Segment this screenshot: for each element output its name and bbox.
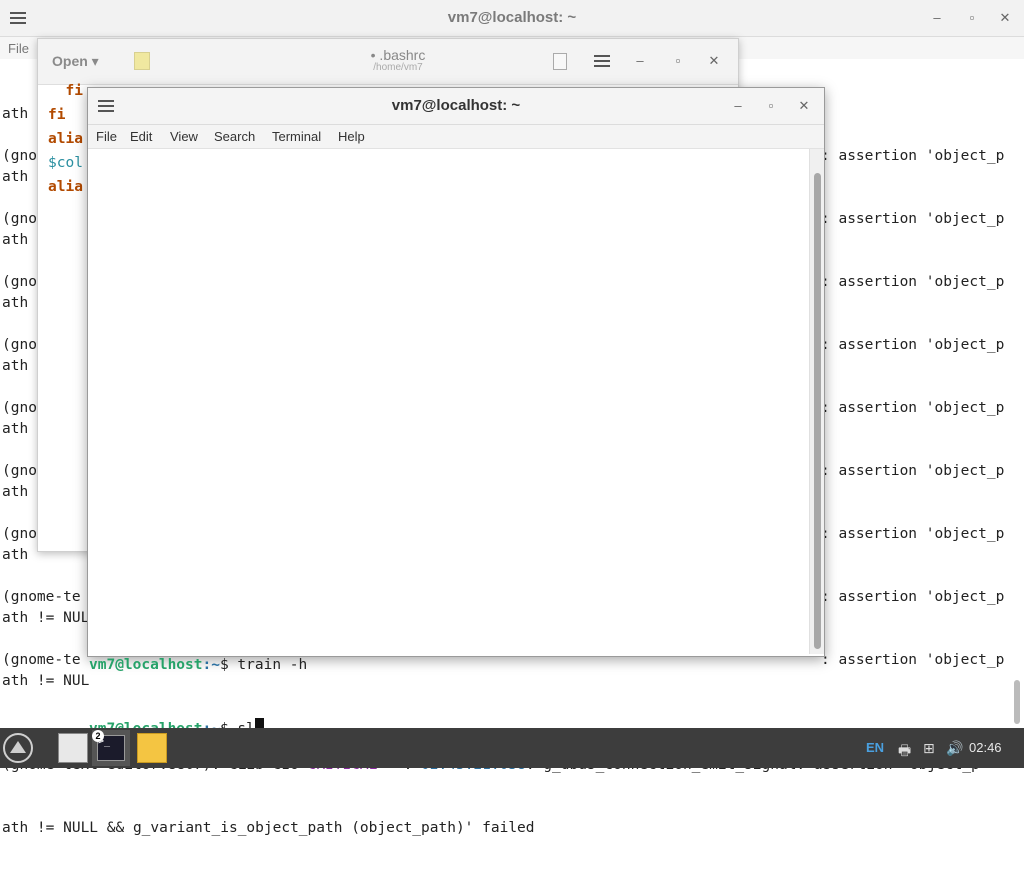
menu-file[interactable]: File [96,129,117,144]
editor-close-button[interactable]: ✕ [704,53,724,69]
new-document-icon[interactable] [134,52,150,70]
log-line-left: (gno [2,274,37,290]
menu-file[interactable]: File [8,41,29,56]
log-line-left: ath [2,169,29,185]
log-line-left: ath [2,484,29,500]
background-terminal-title: vm7@localhost: ~ [447,9,577,26]
editor-line: $col [48,155,83,171]
clock[interactable]: 02:46 [969,740,1002,755]
log-line: ath != NULL && g_variant_is_object_path … [2,820,535,836]
editor-subtitle: /home/vm7 [373,62,423,73]
editor-title: • .bashrc [370,47,426,63]
terminal-scrollbar-thumb[interactable] [814,173,821,649]
menu-view[interactable]: View [170,129,198,144]
minimize-button[interactable]: – [927,10,947,25]
editor-maximize-button[interactable]: ▫ [668,53,688,68]
menu-terminal[interactable]: Terminal [272,129,321,144]
editor-line: alia [48,131,83,147]
log-line-left: (gno [2,526,37,542]
editor-line: alia [48,179,83,195]
terminal-window[interactable]: vm7@localhost: ~ – ▫ ✕ File Edit View Se… [87,87,825,737]
text-editor-headerbar[interactable]: Open ▾ • .bashrc /home/vm7 – ▫ ✕ [38,39,738,85]
editor-line: fi [48,83,83,99]
log-line-left: (gnome-te [2,652,81,668]
editor-menu-hamburger-icon[interactable] [594,55,610,67]
log-line-right: : assertion 'object_p [821,274,1005,290]
log-line-left: ath [2,421,29,437]
maximize-button[interactable]: ▫ [962,10,982,25]
text-editor-icon[interactable] [137,733,167,763]
log-line-right: : assertion 'object_p [821,337,1005,353]
log-line-right: : assertion 'object_p [821,211,1005,227]
file-manager-icon[interactable] [58,733,88,763]
background-terminal-titlebar[interactable]: vm7@localhost: ~ – ▫ ✕ [0,0,1024,37]
log-line-right: : assertion 'object_p [821,148,1005,164]
close-button[interactable]: ✕ [995,10,1015,26]
network-icon[interactable]: ⊞ [923,740,935,757]
log-line-left: (gno [2,211,37,227]
log-line-left: (gno [2,463,37,479]
editor-minimize-button[interactable]: – [630,53,650,68]
log-line-left: (gno [2,400,37,416]
taskbar: >_ 2 EN 🖶 ⊞ 🔊 02:46 [0,728,1024,768]
log-line-left: ath [2,106,29,122]
terminal-close-button[interactable]: ✕ [794,98,814,114]
keyboard-language-indicator[interactable]: EN [866,740,884,755]
taskbar-terminal-button[interactable]: >_ 2 [92,730,130,766]
menu-search[interactable]: Search [214,129,255,144]
terminal-minimize-button[interactable]: – [728,98,748,113]
log-line-left: ath [2,358,29,374]
terminal-title: vm7@localhost: ~ [391,97,521,114]
log-line-left: (gnome-te [2,589,81,605]
log-line-right: : assertion 'object_p [821,526,1005,542]
terminal-titlebar[interactable]: vm7@localhost: ~ – ▫ ✕ [88,88,824,125]
terminal-menubar: File Edit View Search Terminal Help [88,125,824,149]
background-terminal-scrollbar[interactable] [1014,680,1020,724]
log-line-right: : assertion 'object_p [821,652,1005,668]
log-line-left: ath [2,547,29,563]
log-line-left: ath != NUL [2,673,90,689]
menu-edit[interactable]: Edit [130,129,152,144]
open-button[interactable]: Open ▾ [52,53,99,70]
log-line-left: (gno [2,148,37,164]
start-menu-icon[interactable] [3,733,33,763]
log-line-right: : assertion 'object_p [821,463,1005,479]
editor-line: fi [48,107,66,123]
menu-help[interactable]: Help [338,129,365,144]
window-count-badge: 2 [92,730,104,742]
log-line-right: : assertion 'object_p [821,400,1005,416]
log-line-left: ath [2,232,29,248]
terminal-content[interactable]: vm7@localhost:~$ train -h vm7@localhost:… [89,149,807,737]
terminal-line: vm7@localhost:~$ train -h [89,657,308,673]
printer-icon[interactable]: 🖶 [898,740,911,764]
document-icon[interactable] [553,53,567,70]
log-line-left: (gno [2,337,37,353]
terminal-maximize-button[interactable]: ▫ [761,98,781,113]
editor-text-area[interactable]: fi fi alia $col alia [48,79,83,199]
volume-icon[interactable]: 🔊 [946,740,963,757]
log-line-right: : assertion 'object_p [821,589,1005,605]
log-line-left: ath [2,295,29,311]
log-line-left: ath != NUL [2,610,90,626]
